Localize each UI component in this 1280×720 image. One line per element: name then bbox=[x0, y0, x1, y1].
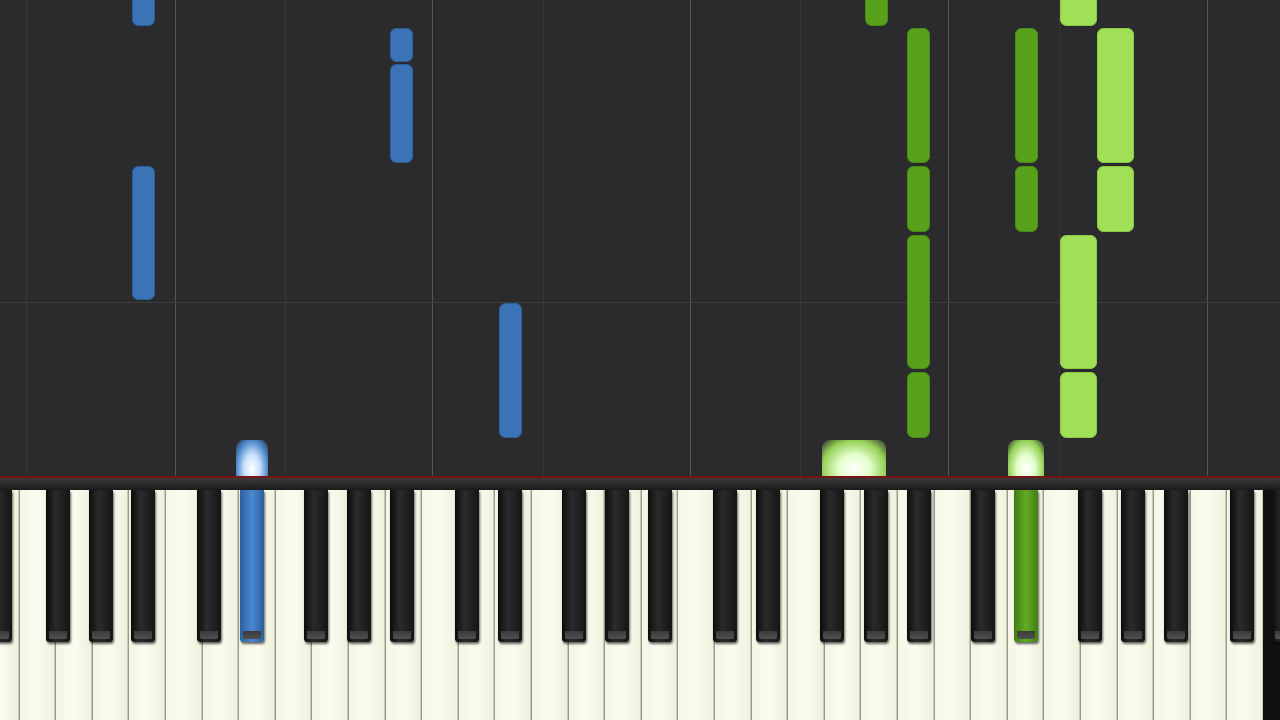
black-key[interactable] bbox=[1272, 490, 1280, 642]
falling-notes-area bbox=[0, 0, 1280, 476]
right-hand-note bbox=[1097, 28, 1134, 163]
right-hand-note bbox=[865, 0, 888, 26]
beat-line bbox=[800, 0, 801, 476]
right-hand-note bbox=[1097, 166, 1134, 232]
white-key[interactable] bbox=[677, 490, 714, 720]
black-key[interactable] bbox=[605, 490, 629, 642]
piano-visualizer bbox=[0, 0, 1280, 720]
black-key[interactable] bbox=[240, 490, 264, 642]
right-hand-note bbox=[907, 28, 930, 163]
note-hit-glow bbox=[236, 440, 268, 476]
black-key[interactable] bbox=[713, 490, 737, 642]
bar-line bbox=[432, 0, 433, 476]
keyboard-rail bbox=[0, 476, 1280, 490]
black-key[interactable] bbox=[455, 490, 479, 642]
black-key[interactable] bbox=[46, 490, 70, 642]
right-hand-note bbox=[907, 235, 930, 369]
white-key[interactable] bbox=[421, 490, 458, 720]
left-hand-note bbox=[390, 28, 413, 62]
black-key[interactable] bbox=[89, 490, 113, 642]
note-hit-glow bbox=[822, 440, 886, 476]
black-key[interactable] bbox=[0, 490, 12, 642]
black-key[interactable] bbox=[1164, 490, 1188, 642]
white-key[interactable] bbox=[787, 490, 824, 720]
right-hand-note bbox=[907, 166, 930, 232]
bar-line bbox=[1207, 0, 1208, 476]
right-hand-note bbox=[1060, 372, 1097, 438]
black-key[interactable] bbox=[820, 490, 844, 642]
right-hand-note bbox=[1015, 166, 1038, 232]
beat-line bbox=[285, 0, 286, 476]
black-key[interactable] bbox=[1230, 490, 1254, 642]
note-hit-glow bbox=[1008, 440, 1044, 476]
right-hand-note bbox=[1060, 235, 1097, 369]
black-key[interactable] bbox=[907, 490, 931, 642]
black-key[interactable] bbox=[1121, 490, 1145, 642]
bar-line bbox=[175, 0, 176, 476]
left-hand-note bbox=[499, 303, 522, 438]
right-hand-note bbox=[907, 372, 930, 438]
white-key[interactable] bbox=[1043, 490, 1080, 720]
black-key[interactable] bbox=[1078, 490, 1102, 642]
beat-line bbox=[543, 0, 544, 476]
black-key[interactable] bbox=[648, 490, 672, 642]
black-key[interactable] bbox=[498, 490, 522, 642]
left-hand-note bbox=[132, 0, 155, 26]
black-key[interactable] bbox=[197, 490, 221, 642]
left-hand-note bbox=[132, 166, 155, 300]
black-key[interactable] bbox=[347, 490, 371, 642]
right-hand-note bbox=[1015, 28, 1038, 163]
black-key[interactable] bbox=[562, 490, 586, 642]
bar-line bbox=[948, 0, 949, 476]
white-key[interactable] bbox=[1190, 490, 1226, 720]
black-key[interactable] bbox=[1014, 490, 1038, 642]
black-key[interactable] bbox=[390, 490, 414, 642]
black-key[interactable] bbox=[971, 490, 995, 642]
right-hand-note bbox=[1060, 0, 1097, 26]
black-key[interactable] bbox=[864, 490, 888, 642]
white-key[interactable] bbox=[934, 490, 970, 720]
bar-line bbox=[690, 0, 691, 476]
black-key[interactable] bbox=[304, 490, 328, 642]
black-key[interactable] bbox=[756, 490, 780, 642]
black-key[interactable] bbox=[131, 490, 155, 642]
beat-line bbox=[26, 0, 27, 476]
left-hand-note bbox=[390, 64, 413, 163]
